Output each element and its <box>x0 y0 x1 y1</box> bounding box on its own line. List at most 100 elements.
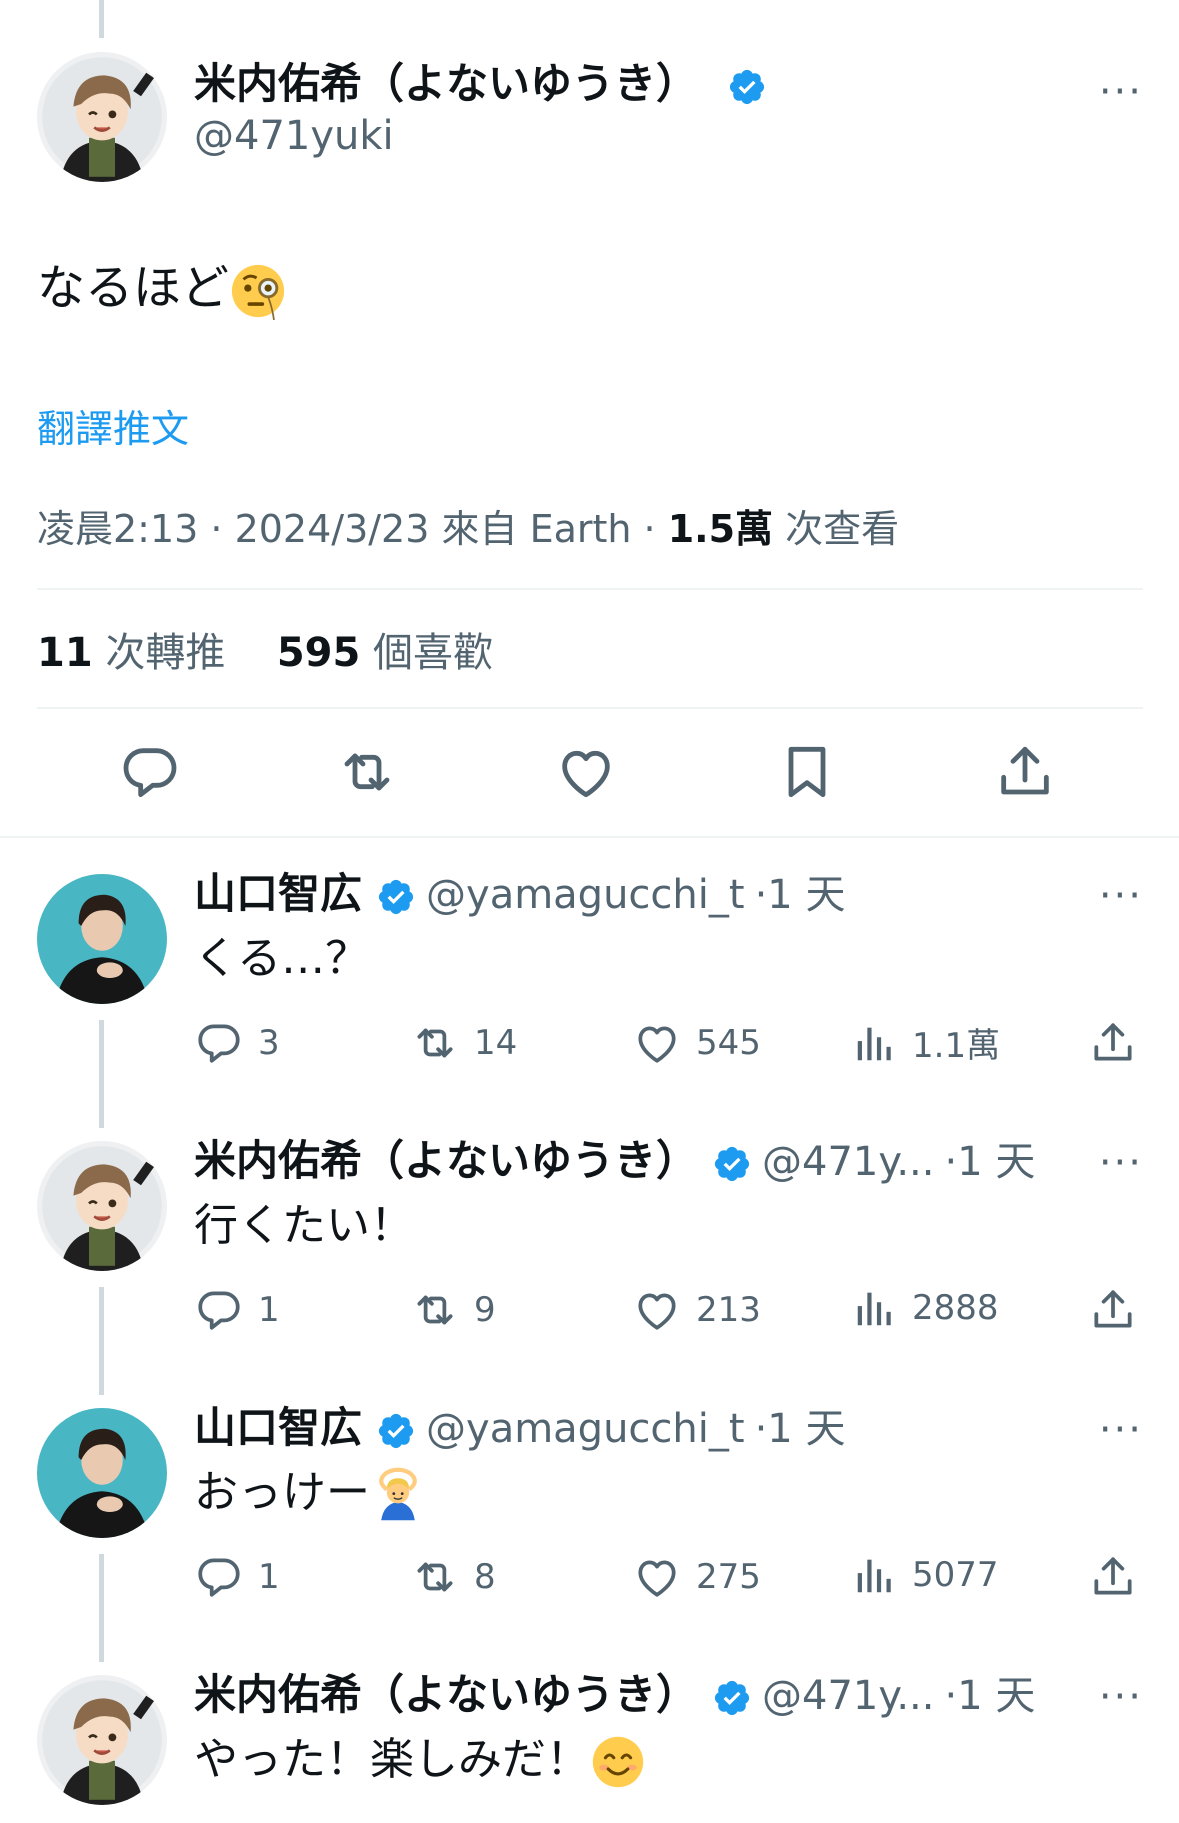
reply-count-button[interactable]: 1 <box>194 1285 280 1335</box>
verified-badge-icon <box>712 1144 752 1184</box>
reply-count-button[interactable]: 1 <box>194 1552 280 1602</box>
reply-text: おっけー <box>194 1464 426 1523</box>
tweet-timestamp[interactable]: 凌晨2:13 · 2024/3/23 來自 Earth · <box>37 507 668 551</box>
retweets-stat[interactable]: 11 次轉推 <box>37 630 225 676</box>
more-options-icon[interactable]: ··· <box>1099 1677 1143 1717</box>
like-count-button[interactable]: 275 <box>632 1552 761 1602</box>
reply-action-bar: 3 14 545 1.1萬 <box>0 1018 1179 1074</box>
verified-badge-icon <box>376 877 416 917</box>
reply-time[interactable]: ·1 天 <box>944 1139 1035 1185</box>
likes-label: 個喜歡 <box>360 630 494 676</box>
reply-text-body: おっけー <box>194 1467 370 1518</box>
share-button[interactable] <box>1088 1018 1152 1068</box>
reply-count: 3 <box>258 1023 280 1063</box>
translate-tweet-link[interactable]: 翻譯推文 <box>37 398 189 453</box>
retweets-count: 11 <box>37 630 93 676</box>
author-name[interactable]: 米内佑希（よないゆうき） <box>194 59 698 108</box>
views-label: 次查看 <box>773 507 900 551</box>
retweet-count: 14 <box>474 1023 518 1063</box>
reply-time[interactable]: ·1 天 <box>755 872 846 918</box>
reply-time[interactable]: ·1 天 <box>944 1673 1035 1719</box>
share-icon[interactable] <box>993 740 1057 804</box>
likes-count: 595 <box>276 630 361 676</box>
reply-count: 1 <box>258 1557 280 1597</box>
retweet-count-button[interactable]: 14 <box>410 1018 517 1068</box>
more-options-icon[interactable]: ··· <box>1099 876 1143 916</box>
tweet-meta: 凌晨2:13 · 2024/3/23 來自 Earth · 1.5萬 次查看 <box>37 498 899 553</box>
views-count: 5077 <box>912 1555 999 1595</box>
retweets-label: 次轉推 <box>92 630 226 676</box>
verified-badge-icon <box>376 1411 416 1451</box>
like-icon <box>632 1285 682 1335</box>
author-handle[interactable]: @471y... <box>762 1673 934 1719</box>
tweet-action-bar <box>0 740 1179 810</box>
author-name[interactable]: 山口智広 <box>194 1403 362 1452</box>
reply-text: くる…？ <box>194 933 370 984</box>
avatar[interactable] <box>37 1141 167 1271</box>
retweet-icon <box>410 1285 460 1335</box>
more-options-icon[interactable]: ··· <box>1099 1143 1143 1183</box>
reply-count-button[interactable]: 3 <box>194 1018 280 1068</box>
share-icon <box>1088 1018 1138 1068</box>
views-count: 1.1萬 <box>912 1026 1001 1066</box>
author-handle[interactable]: @471yuki <box>194 110 767 162</box>
more-options-icon[interactable]: ··· <box>1099 1410 1143 1450</box>
like-icon <box>632 1018 682 1068</box>
share-icon <box>1088 1552 1138 1602</box>
author-handle[interactable]: @yamagucchi_t <box>426 872 745 918</box>
like-icon <box>632 1552 682 1602</box>
tweet-text: なるほど <box>37 256 287 320</box>
reply-header: 山口智広 @yamagucchi_t ·1 天 <box>194 868 845 921</box>
tweet-author: 米内佑希（よないゆうき） @471yuki <box>194 58 767 162</box>
tweet-stats: 11 次轉推 595 個喜歡 <box>37 620 493 678</box>
reply-header: 山口智広 @yamagucchi_t ·1 天 <box>194 1402 845 1455</box>
smiling-face-emoji <box>592 1736 644 1788</box>
reply-action-bar: 1 9 213 2888 <box>0 1285 1179 1341</box>
divider <box>37 707 1143 709</box>
retweet-count-button[interactable]: 9 <box>410 1285 496 1335</box>
more-options-icon[interactable]: ··· <box>1099 72 1143 112</box>
avatar[interactable] <box>37 1675 167 1805</box>
share-button[interactable] <box>1088 1552 1152 1602</box>
reply-icon[interactable] <box>118 740 182 804</box>
author-name[interactable]: 米内佑希（よないゆうき） <box>194 1670 698 1719</box>
views-count: 1.5萬 <box>667 507 774 551</box>
retweet-count-button[interactable]: 8 <box>410 1552 496 1602</box>
reply-text-body: やった！楽しみだ！ <box>194 1734 590 1785</box>
views-count-button[interactable]: 1.1萬 <box>852 1018 1000 1067</box>
tweet-text-body: なるほど <box>37 260 230 316</box>
thread-line <box>99 0 104 38</box>
like-count-button[interactable]: 213 <box>632 1285 761 1335</box>
avatar[interactable] <box>37 52 167 182</box>
like-count-button[interactable]: 545 <box>632 1018 761 1068</box>
reply-count: 1 <box>258 1290 280 1330</box>
likes-stat[interactable]: 595 個喜歡 <box>277 630 493 676</box>
person-gesturing-ok-emoji <box>379 1467 417 1521</box>
reply-icon <box>194 1552 244 1602</box>
author-name[interactable]: 山口智広 <box>194 869 362 918</box>
verified-badge-icon <box>712 1678 752 1718</box>
author-handle[interactable]: @yamagucchi_t <box>426 1406 745 1452</box>
author-handle[interactable]: @471y... <box>762 1139 934 1185</box>
like-icon[interactable] <box>554 740 618 804</box>
divider <box>37 588 1143 590</box>
share-icon <box>1088 1285 1138 1335</box>
divider <box>0 836 1179 838</box>
views-count-button[interactable]: 5077 <box>852 1552 999 1598</box>
avatar[interactable] <box>37 1408 167 1538</box>
author-name-row[interactable]: 米内佑希（よないゆうき） <box>194 58 767 110</box>
views-count-button[interactable]: 2888 <box>852 1285 999 1331</box>
views-icon <box>852 1285 898 1331</box>
retweet-icon[interactable] <box>335 740 399 804</box>
reply-icon <box>194 1285 244 1335</box>
retweet-icon <box>410 1018 460 1068</box>
views-icon <box>852 1020 898 1066</box>
verified-badge-icon <box>727 67 767 107</box>
reply-text: やった！楽しみだ！ <box>194 1731 646 1790</box>
author-name[interactable]: 米内佑希（よないゆうき） <box>194 1136 698 1185</box>
avatar[interactable] <box>37 874 167 1004</box>
share-button[interactable] <box>1088 1285 1152 1335</box>
reply-time[interactable]: ·1 天 <box>755 1406 846 1452</box>
bookmark-icon[interactable] <box>775 740 839 804</box>
like-count: 545 <box>696 1023 761 1063</box>
